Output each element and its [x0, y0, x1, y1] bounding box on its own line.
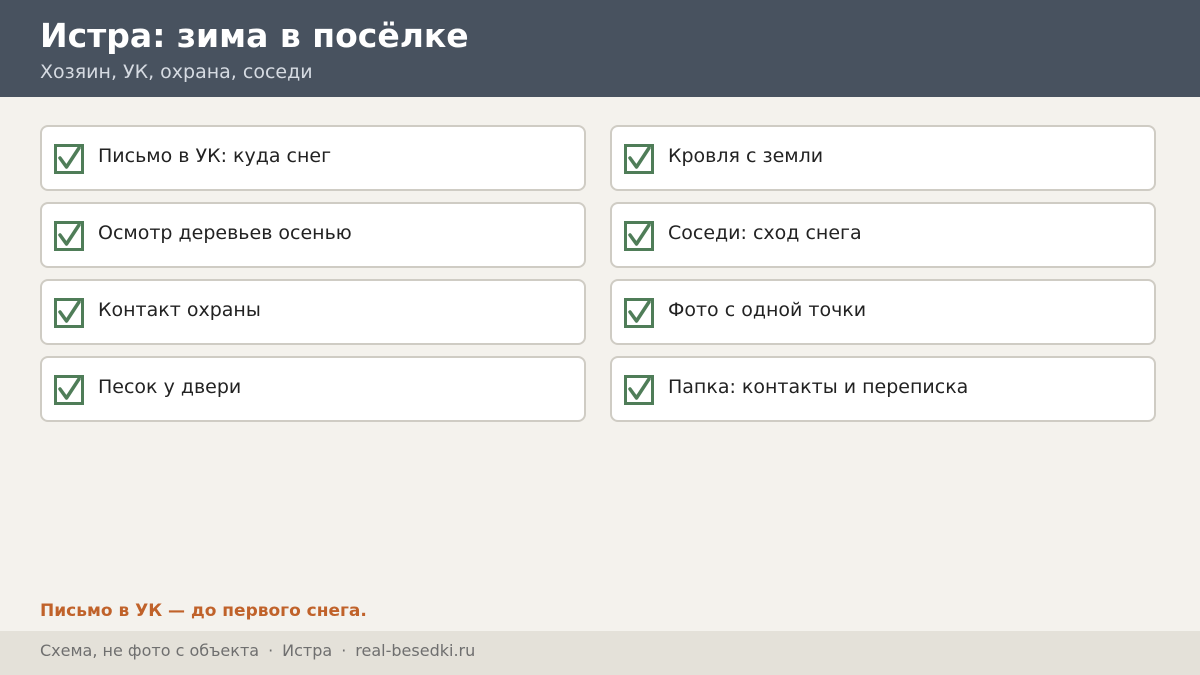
checklist-item-label: Письмо в УК: куда снег [98, 145, 332, 167]
checklist-item[interactable]: Песок у двери [40, 356, 586, 422]
checklist-item-label: Песок у двери [98, 376, 242, 398]
footer-site-link[interactable]: real-besedki.ru [355, 641, 475, 660]
checklist-item[interactable]: Соседи: сход снега [610, 202, 1156, 268]
checklist-item[interactable]: Папка: контакты и переписка [610, 356, 1156, 422]
checkbox-checked-icon[interactable] [54, 375, 84, 405]
checkbox-checked-icon[interactable] [54, 144, 84, 174]
footer-location: Истра [282, 641, 333, 660]
checklist-grid: Письмо в УК: куда снег Кровля с земли Ос… [40, 125, 1156, 422]
checklist-item-label: Кровля с земли [668, 145, 824, 167]
checklist-item-label: Контакт охраны [98, 299, 261, 321]
footer-separator: · [341, 641, 347, 660]
checklist-item[interactable]: Контакт охраны [40, 279, 586, 345]
checkbox-checked-icon[interactable] [624, 375, 654, 405]
checklist-item[interactable]: Кровля с земли [610, 125, 1156, 191]
footer-separator: · [268, 641, 274, 660]
checklist-item[interactable]: Фото с одной точки [610, 279, 1156, 345]
highlight-note: Письмо в УК — до первого снега. [40, 601, 367, 621]
checkbox-checked-icon[interactable] [624, 298, 654, 328]
checklist-item-label: Осмотр деревьев осенью [98, 222, 352, 244]
checkbox-checked-icon[interactable] [54, 221, 84, 251]
checklist-item[interactable]: Осмотр деревьев осенью [40, 202, 586, 268]
page-title: Истра: зима в посёлке [40, 16, 469, 55]
header-bar: Истра: зима в посёлке Хозяин, УК, охрана… [0, 0, 1200, 97]
checklist-item[interactable]: Письмо в УК: куда снег [40, 125, 586, 191]
checklist-item-label: Фото с одной точки [668, 299, 867, 321]
footer-bar: Схема, не фото с объекта · Истра · real-bese… [0, 631, 1200, 675]
footer-caption: Схема, не фото с объекта [40, 641, 260, 660]
checkbox-checked-icon[interactable] [624, 221, 654, 251]
page-subtitle: Хозяин, УК, охрана, соседи [40, 61, 313, 83]
checklist-item-label: Папка: контакты и переписка [668, 376, 969, 398]
checkbox-checked-icon[interactable] [624, 144, 654, 174]
checklist-item-label: Соседи: сход снега [668, 222, 862, 244]
checkbox-checked-icon[interactable] [54, 298, 84, 328]
